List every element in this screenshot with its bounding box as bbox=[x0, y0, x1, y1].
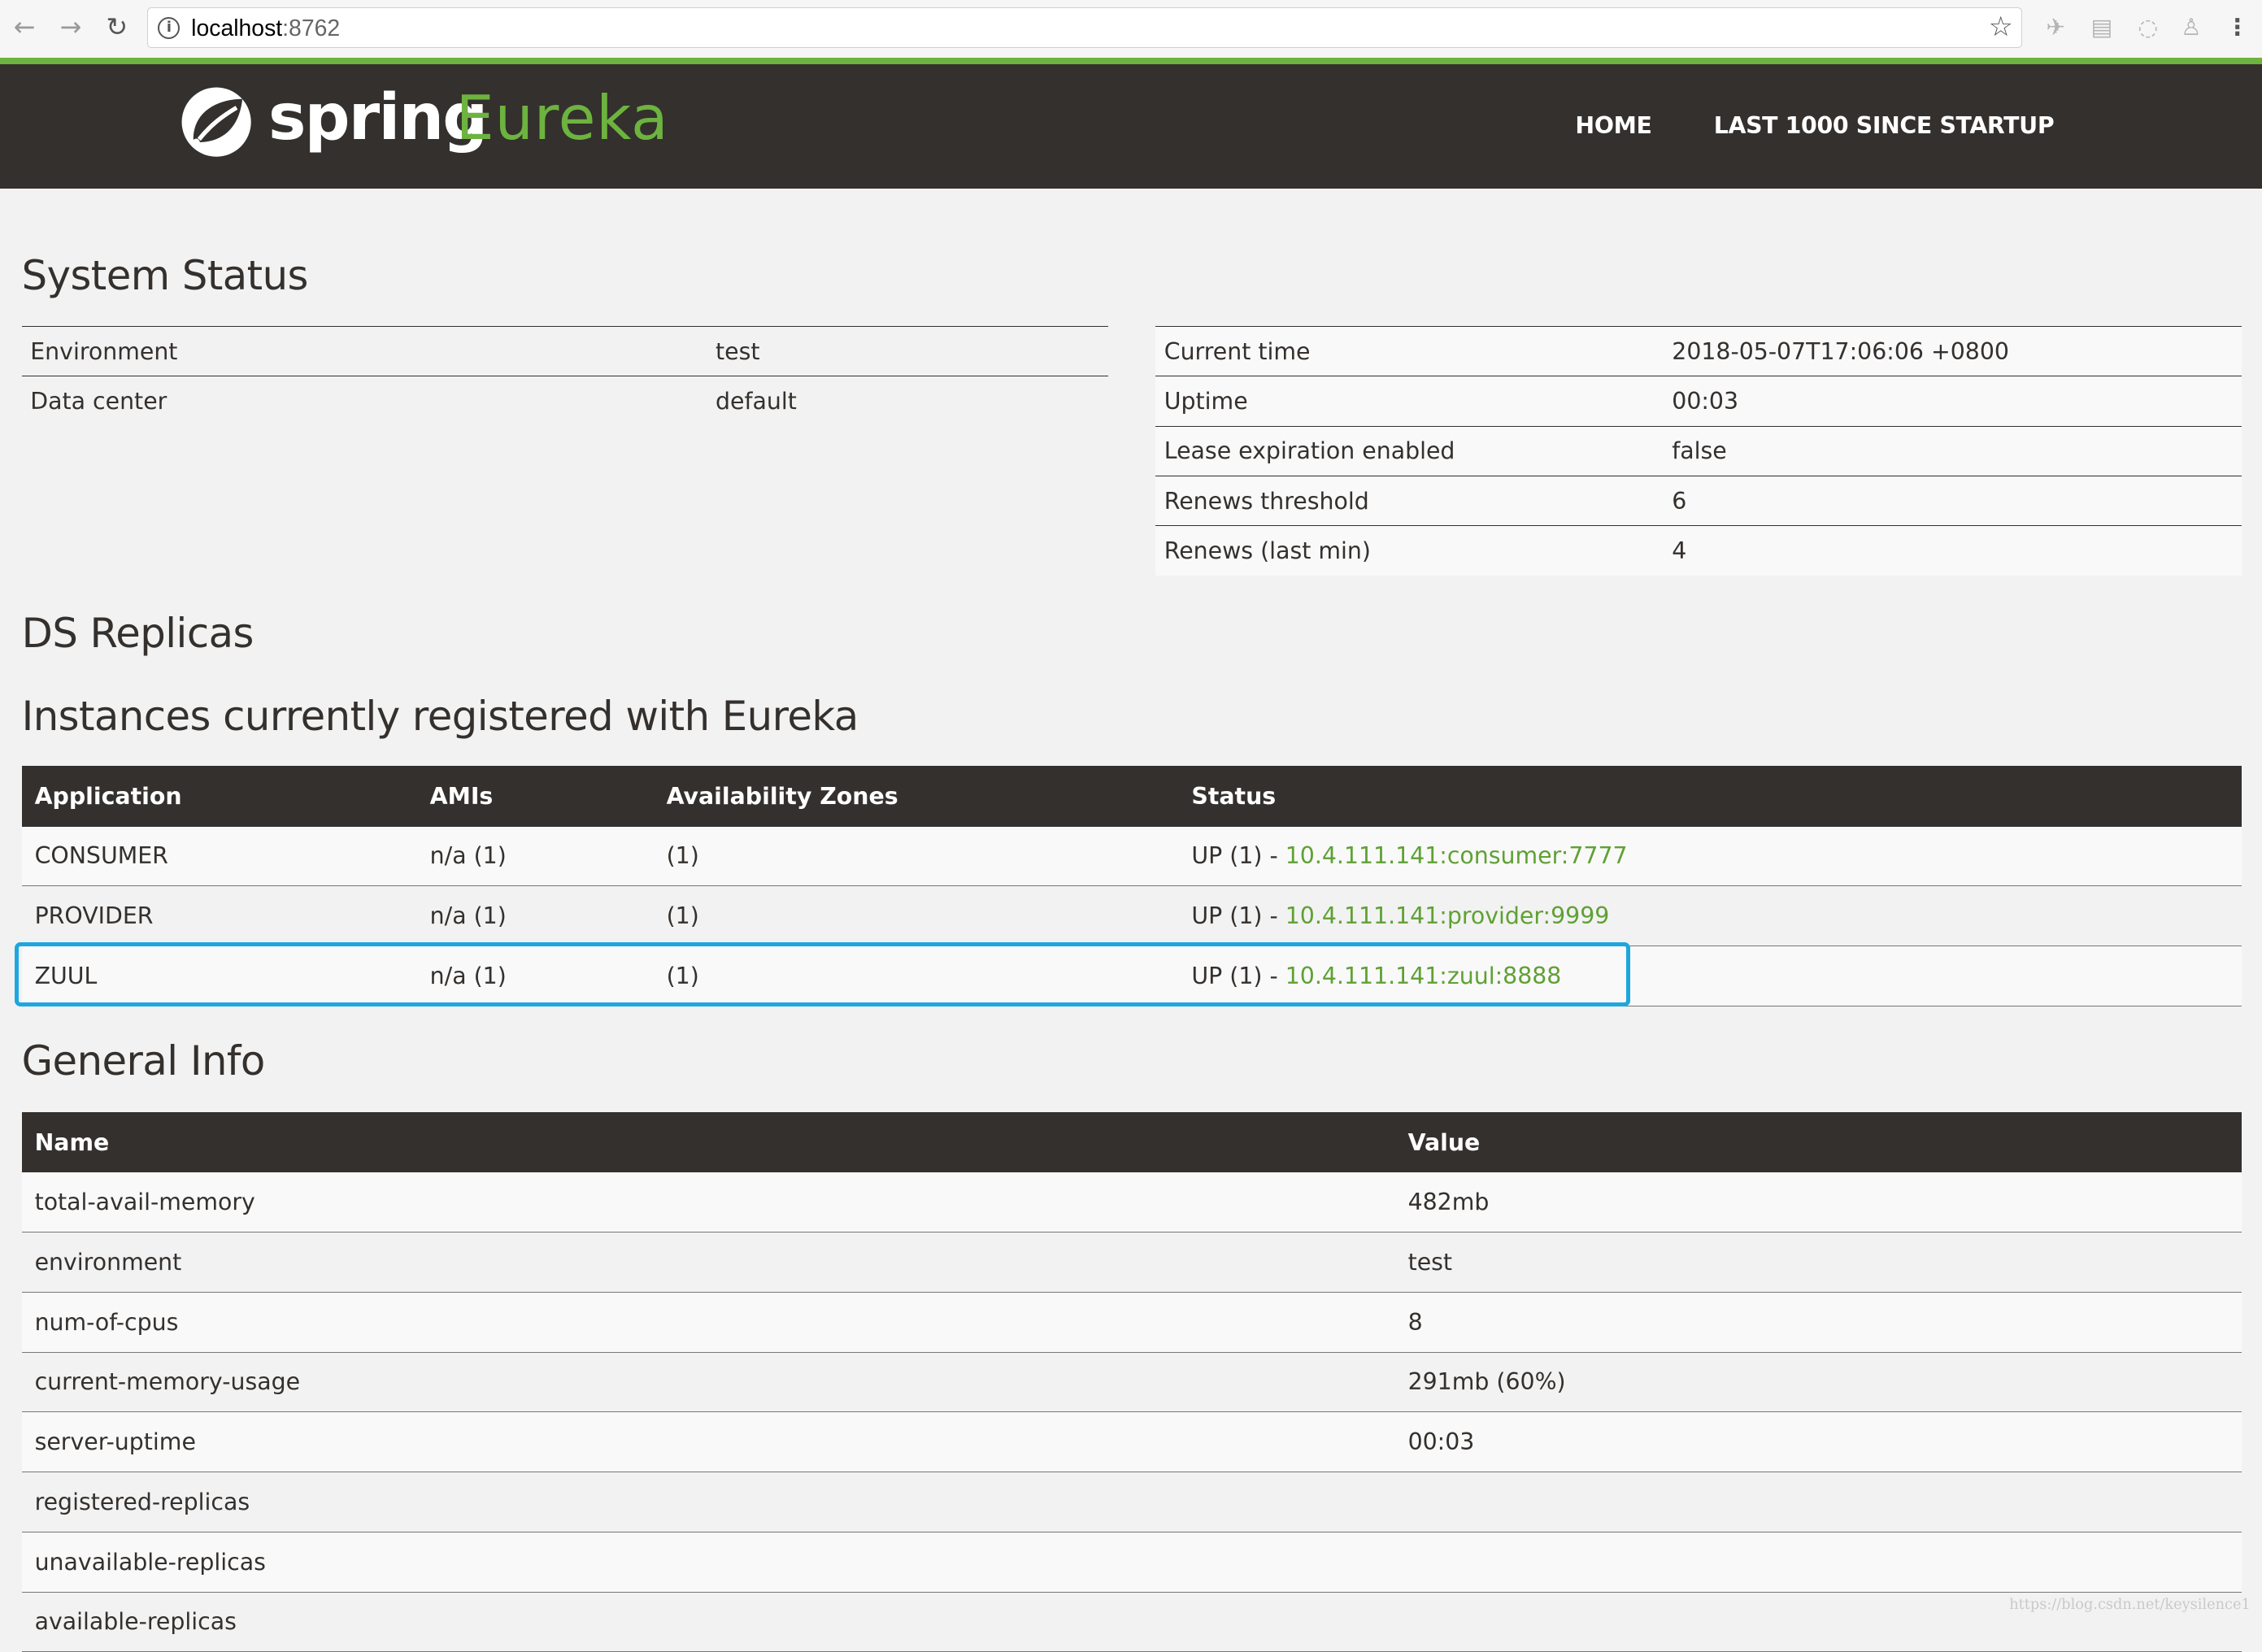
column-header-zones: Availability Zones bbox=[653, 766, 1179, 827]
info-name-cell: unavailable-replicas bbox=[21, 1532, 1395, 1593]
extension-plane-icon[interactable]: ✈ bbox=[2040, 11, 2072, 43]
column-header-application: Application bbox=[21, 766, 417, 827]
extension-tree-icon[interactable]: ♙ bbox=[2175, 11, 2207, 43]
info-value-cell: test bbox=[1394, 1232, 2242, 1293]
column-header-amis: AMIs bbox=[416, 766, 654, 827]
table-row: Current time 2018-05-07T17:06:06 +0800 bbox=[1155, 325, 2242, 376]
reload-icon[interactable]: ↻ bbox=[101, 11, 133, 43]
status-value: false bbox=[1663, 425, 2242, 476]
status-key: Renews threshold bbox=[1155, 475, 1664, 526]
application-cell: CONSUMER bbox=[21, 826, 417, 887]
table-row: unavailable-replicas bbox=[21, 1532, 2242, 1593]
amis-cell: n/a (1) bbox=[416, 885, 654, 947]
info-name-cell: environment bbox=[21, 1232, 1395, 1293]
url-text: localhost:8762 bbox=[191, 15, 341, 41]
menu-dots-icon[interactable]: ⋮ bbox=[2221, 11, 2253, 43]
instances-heading: Instances currently registered with Eure… bbox=[21, 692, 859, 740]
status-value: 2018-05-07T17:06:06 +0800 bbox=[1663, 325, 2242, 376]
instance-link[interactable]: 10.4.111.141:zuul:8888 bbox=[1285, 963, 1562, 989]
table-row: registered-replicas bbox=[21, 1472, 2242, 1532]
table-row: Renews threshold 6 bbox=[1155, 475, 2242, 526]
status-cell: UP (1) - 10.4.111.141:provider:9999 bbox=[1178, 885, 2242, 947]
zones-cell: (1) bbox=[653, 946, 1179, 1006]
ds-replicas-heading: DS Replicas bbox=[21, 610, 254, 658]
forward-icon[interactable]: → bbox=[54, 11, 86, 43]
eureka-navbar: spring Eureka HOME LAST 1000 SINCE START… bbox=[0, 57, 2262, 189]
status-value: 00:03 bbox=[1663, 376, 2242, 427]
table-row: Lease expiration enabled false bbox=[1155, 425, 2242, 476]
instance-link[interactable]: 10.4.111.141:consumer:7777 bbox=[1285, 842, 1628, 869]
info-value-cell: 482mb bbox=[1394, 1172, 2242, 1233]
table-row: Data center default bbox=[21, 376, 1108, 426]
logo-spring-text: spring bbox=[268, 81, 488, 155]
info-name-cell: total-avail-memory bbox=[21, 1172, 1395, 1233]
amis-cell: n/a (1) bbox=[416, 946, 654, 1006]
system-status-left-table: Environment test Data center default bbox=[21, 325, 1108, 426]
table-row: current-memory-usage 291mb (60%) bbox=[21, 1352, 2242, 1413]
status-key: Current time bbox=[1155, 325, 1664, 376]
status-cell: UP (1) - 10.4.111.141:consumer:7777 bbox=[1178, 826, 2242, 887]
bookmark-star-icon[interactable]: ☆ bbox=[1989, 11, 2013, 42]
info-name-cell: server-uptime bbox=[21, 1411, 1395, 1473]
column-header-status: Status bbox=[1178, 766, 2242, 827]
amis-cell: n/a (1) bbox=[416, 826, 654, 887]
table-row: Renews (last min) 4 bbox=[1155, 525, 2242, 576]
table-row: CONSUMER n/a (1) (1) UP (1) - 10.4.111.1… bbox=[21, 826, 2242, 887]
info-value-cell: 00:03 bbox=[1394, 1411, 2242, 1473]
status-key: Environment bbox=[21, 325, 707, 376]
extension-page-icon[interactable]: ▤ bbox=[2086, 11, 2117, 43]
general-info-heading: General Info bbox=[21, 1037, 266, 1085]
info-value-cell: 291mb (60%) bbox=[1394, 1352, 2242, 1413]
status-value: test bbox=[707, 325, 1108, 376]
column-header-value: Value bbox=[1394, 1111, 2242, 1173]
column-header-name: Name bbox=[21, 1111, 1395, 1173]
watermark-text: https://blog.csdn.net/keysilence1 bbox=[2009, 1596, 2251, 1613]
table-row: Environment test bbox=[21, 325, 1108, 376]
zones-cell: (1) bbox=[653, 826, 1179, 887]
status-key: Lease expiration enabled bbox=[1155, 425, 1664, 476]
status-key: Uptime bbox=[1155, 376, 1664, 427]
table-row: total-avail-memory 482mb bbox=[21, 1172, 2242, 1233]
spring-leaf-icon bbox=[181, 87, 251, 157]
status-key: Data center bbox=[21, 376, 707, 426]
nav-last-1000-link[interactable]: LAST 1000 SINCE STARTUP bbox=[1714, 112, 2055, 139]
back-icon[interactable]: ← bbox=[9, 11, 41, 43]
nav-home-link[interactable]: HOME bbox=[1575, 112, 1651, 139]
extension-circle-icon[interactable]: ◌ bbox=[2132, 11, 2164, 43]
system-status-right-table: Current time 2018-05-07T17:06:06 +0800 U… bbox=[1155, 325, 2242, 576]
system-status-heading: System Status bbox=[21, 252, 309, 300]
address-bar[interactable]: i localhost:8762 ☆ bbox=[146, 7, 2023, 48]
table-row: Uptime 00:03 bbox=[1155, 376, 2242, 427]
zones-cell: (1) bbox=[653, 885, 1179, 947]
browser-toolbar: ← → ↻ i localhost:8762 ☆ ✈ ▤ ◌ ♙ ⋮ bbox=[0, 0, 2262, 59]
table-row: ZUUL n/a (1) (1) UP (1) - 10.4.111.141:z… bbox=[21, 946, 2242, 1006]
status-value: 6 bbox=[1663, 475, 2242, 526]
info-value-cell bbox=[1394, 1472, 2242, 1532]
info-value-cell bbox=[1394, 1532, 2242, 1593]
table-header-row: Name Value bbox=[21, 1111, 2242, 1173]
info-icon[interactable]: i bbox=[158, 16, 181, 39]
info-name-cell: num-of-cpus bbox=[21, 1292, 1395, 1353]
table-row: available-replicas bbox=[21, 1592, 2242, 1652]
info-name-cell: current-memory-usage bbox=[21, 1352, 1395, 1413]
instance-link[interactable]: 10.4.111.141:provider:9999 bbox=[1285, 902, 1610, 929]
table-row: PROVIDER n/a (1) (1) UP (1) - 10.4.111.1… bbox=[21, 885, 2242, 947]
application-cell: PROVIDER bbox=[21, 885, 417, 947]
status-value: 4 bbox=[1663, 525, 2242, 576]
info-name-cell: registered-replicas bbox=[21, 1472, 1395, 1532]
table-row: environment test bbox=[21, 1232, 2242, 1293]
general-info-table: Name Value total-avail-memory 482mb envi… bbox=[21, 1111, 2242, 1652]
info-name-cell: available-replicas bbox=[21, 1592, 1395, 1652]
logo-eureka-text: Eureka bbox=[455, 83, 669, 154]
instances-table: Application AMIs Availability Zones Stat… bbox=[21, 766, 2242, 1006]
status-value: default bbox=[707, 376, 1108, 426]
table-row: server-uptime 00:03 bbox=[21, 1411, 2242, 1473]
application-cell: ZUUL bbox=[21, 946, 417, 1006]
table-row: num-of-cpus 8 bbox=[21, 1292, 2242, 1353]
info-value-cell: 8 bbox=[1394, 1292, 2242, 1353]
status-key: Renews (last min) bbox=[1155, 525, 1664, 576]
table-header-row: Application AMIs Availability Zones Stat… bbox=[21, 766, 2242, 827]
status-cell: UP (1) - 10.4.111.141:zuul:8888 bbox=[1178, 946, 2242, 1006]
